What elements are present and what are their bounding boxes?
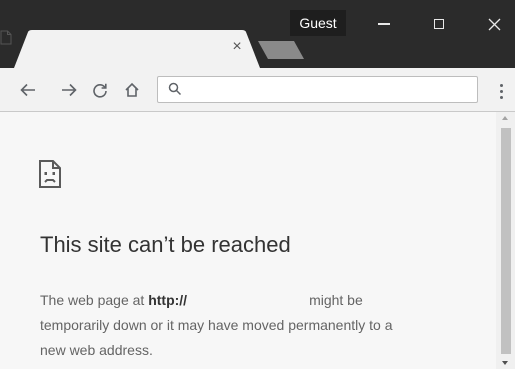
forward-arrow-icon bbox=[62, 83, 77, 97]
tab-close-button[interactable]: × bbox=[228, 38, 246, 56]
back-arrow-icon bbox=[20, 83, 35, 97]
guest-profile-badge[interactable]: Guest bbox=[290, 10, 346, 36]
address-input[interactable] bbox=[188, 77, 476, 104]
back-button[interactable] bbox=[16, 78, 40, 102]
scroll-up-arrow-icon[interactable] bbox=[502, 116, 508, 120]
tab-active[interactable]: × bbox=[0, 30, 280, 68]
sad-page-icon bbox=[39, 160, 61, 188]
close-icon bbox=[488, 18, 500, 30]
forward-button[interactable] bbox=[57, 78, 81, 102]
home-icon bbox=[125, 82, 139, 97]
kebab-menu-icon[interactable] bbox=[494, 80, 508, 102]
error-text-prefix: The web page at bbox=[40, 292, 145, 308]
error-url: http:// bbox=[148, 292, 188, 308]
reload-button[interactable] bbox=[88, 78, 112, 102]
scroll-down-arrow-icon[interactable] bbox=[502, 361, 508, 365]
page-content: This site can’t be reached The web page … bbox=[0, 112, 496, 369]
maximize-button[interactable] bbox=[422, 12, 456, 36]
minimize-icon bbox=[378, 23, 390, 25]
error-line-1: The web page at http:// might be bbox=[40, 288, 490, 313]
error-text-after-url: might be bbox=[309, 292, 363, 308]
error-title: This site can’t be reached bbox=[40, 232, 291, 257]
page-icon bbox=[0, 30, 12, 45]
title-bar: Guest × bbox=[0, 0, 515, 68]
browser-toolbar bbox=[0, 68, 515, 112]
new-tab-button[interactable] bbox=[256, 40, 306, 60]
error-line-3: new web address. bbox=[40, 342, 153, 358]
address-bar[interactable] bbox=[157, 76, 478, 104]
vertical-scrollbar[interactable] bbox=[496, 112, 515, 369]
home-button[interactable] bbox=[120, 78, 144, 102]
reload-icon bbox=[93, 83, 107, 98]
maximize-icon bbox=[434, 19, 444, 29]
close-window-button[interactable] bbox=[477, 12, 511, 36]
minimize-button[interactable] bbox=[367, 12, 401, 36]
scroll-thumb[interactable] bbox=[501, 128, 511, 354]
search-icon bbox=[168, 82, 182, 96]
error-line-2: temporarily down or it may have moved pe… bbox=[40, 317, 393, 333]
error-description: The web page at http:// might be temporar… bbox=[40, 288, 490, 363]
